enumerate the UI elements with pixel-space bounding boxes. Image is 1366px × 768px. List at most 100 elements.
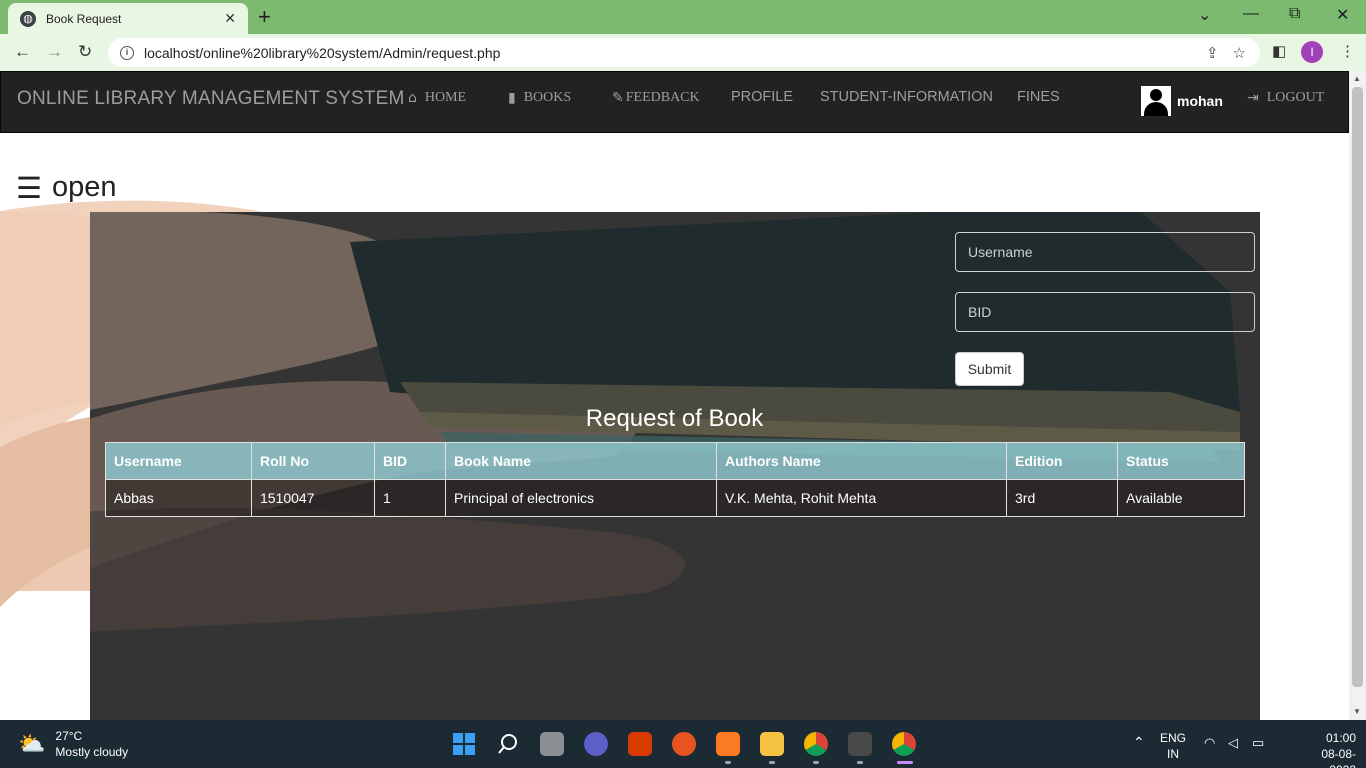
page-viewport: ONLINE LIBRARY MANAGEMENT SYSTEM ⌂ HOME … [0, 71, 1349, 720]
volume-icon[interactable]: ◁ [1228, 735, 1238, 751]
sidebar-icon[interactable]: ◧ [1272, 42, 1286, 60]
weather-widget[interactable]: ⛅ 27°C Mostly cloudy [18, 728, 128, 760]
book-icon: ▮ [508, 90, 516, 106]
minimize-button[interactable]: — [1243, 5, 1259, 23]
office-icon[interactable] [628, 732, 652, 756]
site-brand[interactable]: ONLINE LIBRARY MANAGEMENT SYSTEM [17, 88, 405, 110]
hamburger-icon: ☰ [16, 173, 42, 205]
browser-toolbar: ← → ↻ i localhost/online%20library%20sys… [0, 34, 1366, 71]
clock-date: 08-08-2022 [1321, 747, 1356, 768]
active-indicator [897, 761, 913, 764]
logout-icon: ⇥ [1247, 90, 1259, 106]
column-header: Edition [1006, 442, 1118, 480]
table-header-row: Username Roll No BID Book Name Authors N… [105, 442, 1245, 480]
forward-button[interactable]: → [46, 42, 63, 62]
nav-profile[interactable]: PROFILE [731, 89, 793, 105]
tab-close-icon[interactable]: ✕ [224, 10, 236, 27]
site-navbar: ONLINE LIBRARY MANAGEMENT SYSTEM ⌂ HOME … [0, 71, 1349, 133]
cell-book-name: Principal of electronics [445, 479, 717, 517]
nav-feedback-label: FEEDBACK [625, 90, 700, 105]
globe-icon: ◍ [20, 10, 36, 27]
address-url[interactable]: localhost/online%20library%20system/Admi… [144, 45, 1206, 61]
section-title: Request of Book [585, 405, 764, 432]
running-indicator [813, 761, 819, 764]
search-icon[interactable] [496, 732, 520, 756]
star-icon[interactable]: ☆ [1233, 44, 1246, 62]
tab-search-icon[interactable]: ⌄ [1198, 5, 1211, 25]
share-icon[interactable]: ⇪ [1206, 44, 1219, 62]
user-menu[interactable]: mohan [1141, 86, 1223, 116]
table-row: Abbas 1510047 1 Principal of electronics… [105, 479, 1245, 517]
running-indicator [857, 761, 863, 764]
sublime-text-icon[interactable] [848, 732, 872, 756]
partly-cloudy-icon: ⛅ [18, 731, 46, 756]
language-indicator[interactable]: ENG IN [1160, 730, 1186, 762]
os-taskbar: ⛅ 27°C Mostly cloudy ⌃ ENG IN ◠ ◁ ▭ 01:0… [0, 720, 1366, 768]
xampp-icon[interactable] [716, 732, 740, 756]
address-bar[interactable]: i localhost/online%20library%20system/Ad… [108, 38, 1260, 67]
scroll-up-arrow-icon[interactable]: ▲ [1353, 74, 1361, 83]
column-header: Roll No [251, 442, 375, 480]
clock[interactable]: 01:00 08-08-2022 [1310, 730, 1356, 768]
task-view-icon[interactable] [540, 732, 564, 756]
clock-time: 01:00 [1325, 731, 1356, 745]
file-explorer-icon[interactable] [760, 732, 784, 756]
browser-tab[interactable]: ◍ Book Request ✕ [8, 3, 248, 34]
browser-tab-strip: ◍ Book Request ✕ + ⌄ — ⧉ ✕ [0, 0, 1366, 34]
column-header: Status [1117, 442, 1245, 480]
running-indicator [725, 761, 731, 764]
site-info-icon[interactable]: i [120, 45, 134, 60]
nav-fines[interactable]: FINES [1017, 89, 1060, 105]
language-code: ENG [1160, 731, 1187, 745]
request-table: Username Roll No BID Book Name Authors N… [105, 442, 1245, 517]
running-indicator [769, 761, 775, 764]
kebab-menu-icon[interactable]: ⋮ [1340, 42, 1355, 60]
region-code: IN [1167, 747, 1179, 761]
column-header: BID [374, 442, 446, 480]
sidenav-open-label: open [52, 171, 117, 203]
sidenav-open-toggle[interactable]: ☰ open [16, 171, 117, 206]
chrome-icon[interactable] [804, 732, 828, 756]
column-header: Authors Name [716, 442, 1007, 480]
pencil-icon: ✎ [612, 90, 624, 106]
scroll-down-arrow-icon[interactable]: ▼ [1353, 707, 1361, 716]
profile-avatar[interactable]: I [1301, 41, 1323, 63]
battery-icon[interactable]: ▭ [1252, 735, 1264, 751]
page-scrollbar[interactable]: ▲ ▼ [1349, 71, 1366, 720]
reload-button[interactable]: ↻ [78, 42, 92, 62]
nav-books-label: BOOKS [523, 90, 572, 105]
cell-username: Abbas [105, 479, 252, 517]
close-window-button[interactable]: ✕ [1336, 5, 1349, 25]
column-header: Book Name [445, 442, 717, 480]
cell-roll-no: 1510047 [251, 479, 375, 517]
cell-bid: 1 [374, 479, 446, 517]
nav-books[interactable]: ▮ BOOKS [508, 90, 571, 106]
username-input[interactable] [955, 232, 1255, 272]
nav-home-label: HOME [424, 90, 467, 105]
chrome-profile-icon[interactable] [892, 732, 916, 756]
new-tab-button[interactable]: + [258, 4, 271, 30]
restore-button[interactable]: ⧉ [1289, 5, 1300, 23]
scrollbar-thumb[interactable] [1352, 87, 1363, 687]
nav-home[interactable]: ⌂ HOME [408, 90, 466, 106]
nav-logout[interactable]: ⇥ LOGOUT [1247, 90, 1324, 106]
cell-edition: 3rd [1006, 479, 1118, 517]
cell-status: Available [1117, 479, 1245, 517]
tab-title: Book Request [46, 11, 122, 26]
nav-feedback[interactable]: ✎ FEEDBACK [612, 90, 700, 106]
home-icon: ⌂ [408, 90, 417, 106]
wifi-icon[interactable]: ◠ [1204, 735, 1215, 751]
bid-input[interactable] [955, 292, 1255, 332]
weather-temperature: 27°C [55, 729, 83, 743]
nav-logout-label: LOGOUT [1266, 90, 1325, 105]
nav-student-information[interactable]: STUDENT-INFORMATION [820, 89, 993, 105]
show-hidden-icons-icon[interactable]: ⌃ [1133, 734, 1145, 750]
user-avatar-icon [1141, 86, 1171, 116]
ubuntu-icon[interactable] [672, 732, 696, 756]
column-header: Username [105, 442, 252, 480]
user-name: mohan [1177, 93, 1223, 109]
windows-start-icon[interactable] [452, 732, 476, 756]
teams-chat-icon[interactable] [584, 732, 608, 756]
submit-button[interactable]: Submit [955, 352, 1024, 386]
back-button[interactable]: ← [14, 42, 31, 62]
